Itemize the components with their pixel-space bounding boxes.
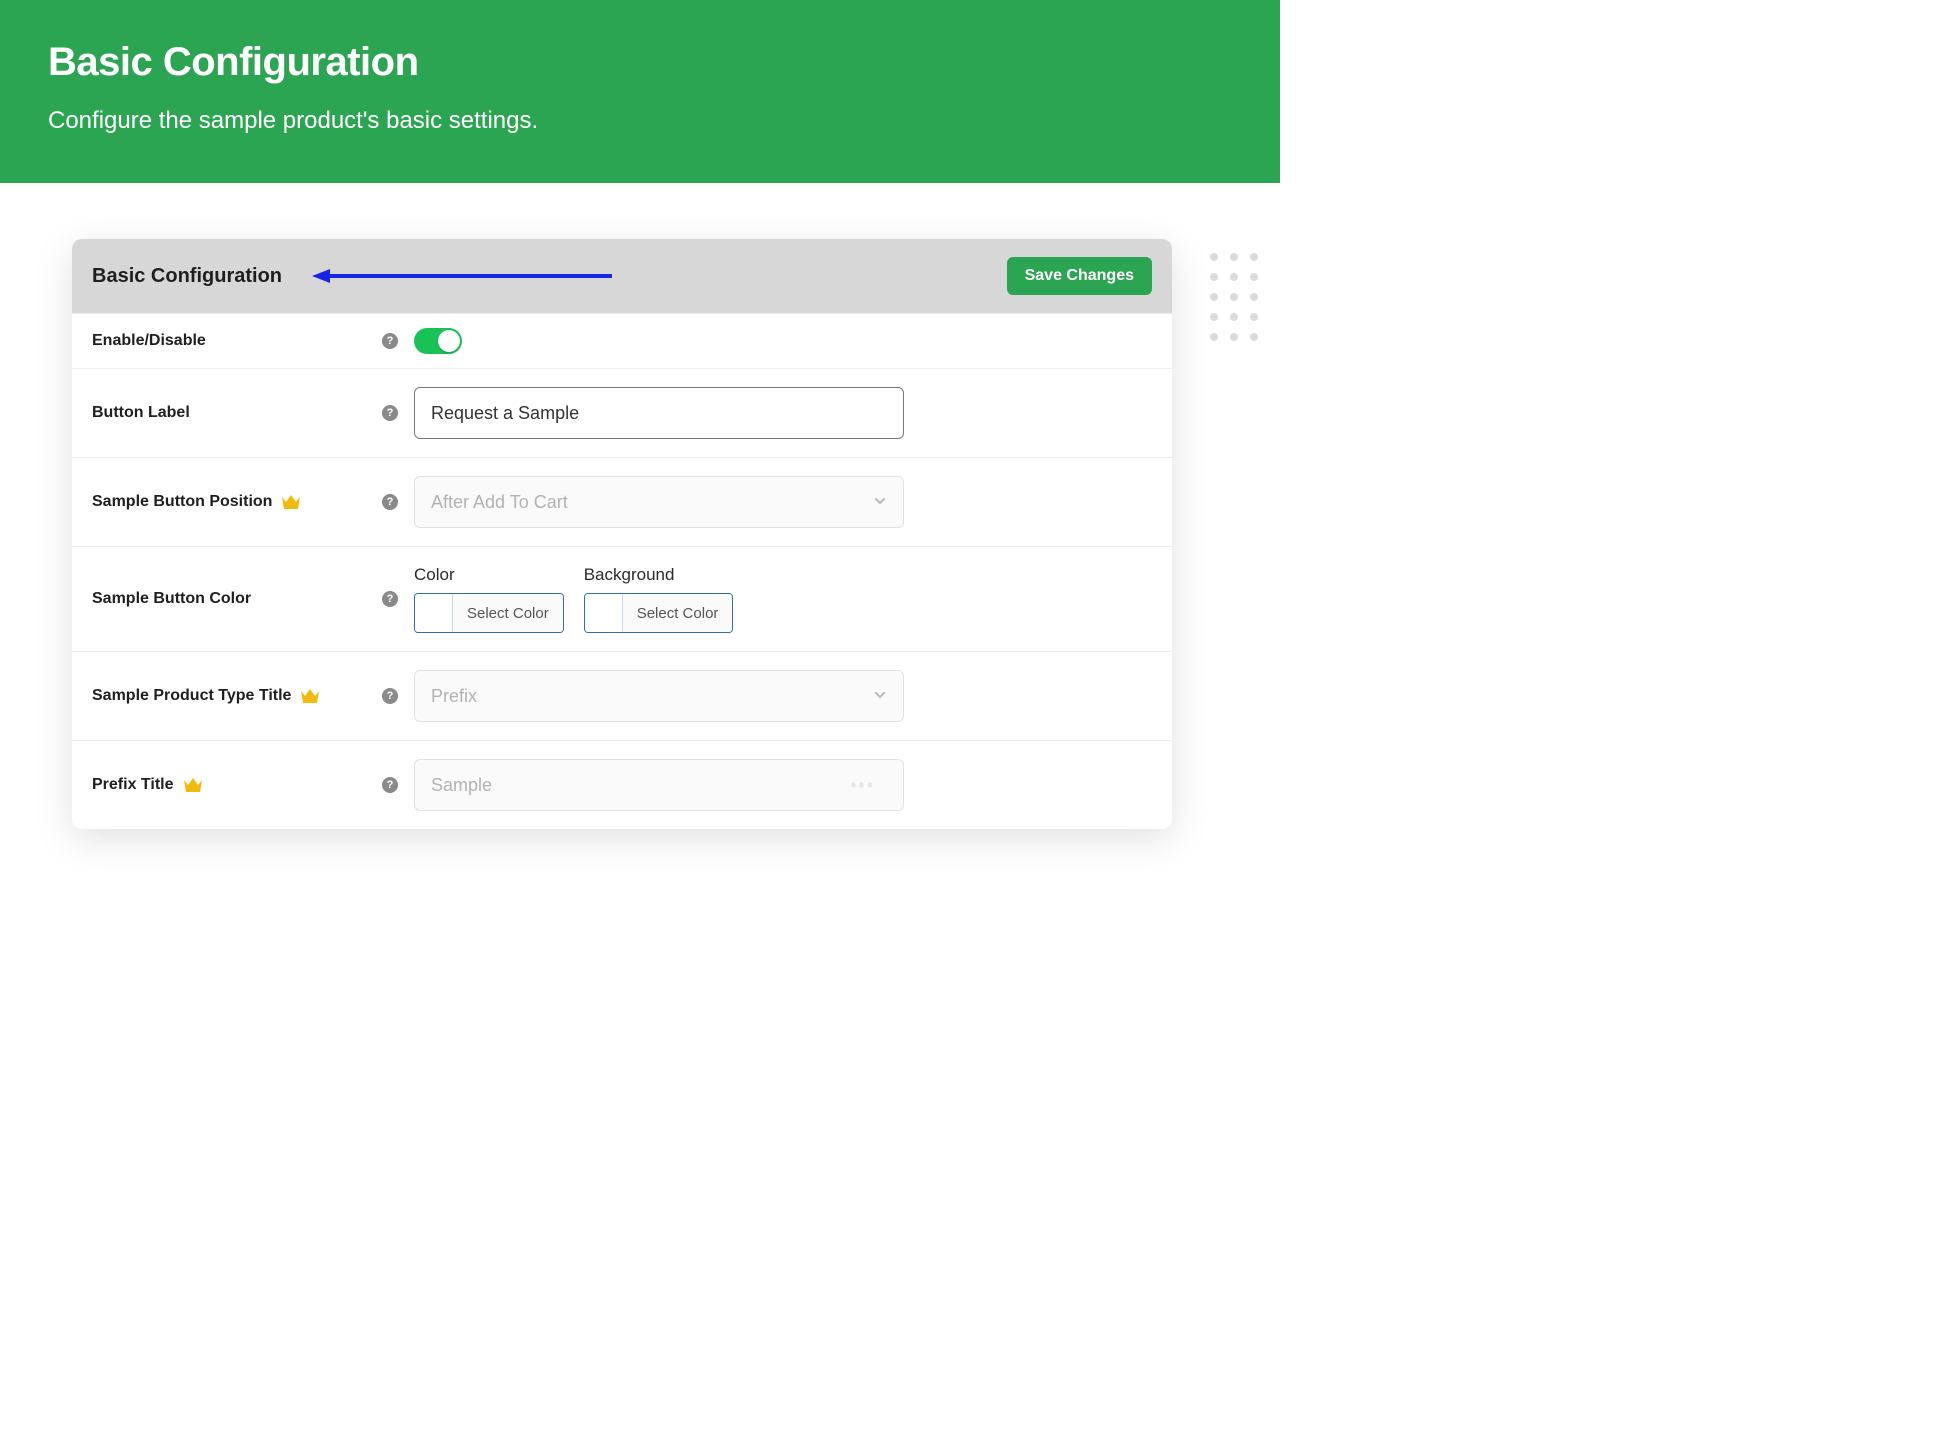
crown-icon [299,687,321,705]
select-color-button[interactable]: Select Color [623,594,733,632]
color-picker-foreground[interactable]: Select Color [414,593,564,633]
color-sublabel: Color [414,565,564,585]
crown-icon [280,493,302,511]
color-field-background: Background Select Color [584,565,734,633]
page-body: Basic Configuration Save Changes Enable/… [0,183,1280,869]
button-label-input[interactable] [414,387,904,439]
color-swatch[interactable] [415,594,453,632]
chevron-down-icon [873,492,887,513]
row-label: Sample Product Type Title [92,687,291,705]
row-prefix-title: Prefix Title ? Sample ••• [72,740,1172,829]
panel-title: Basic Configuration [92,265,282,288]
page-title: Basic Configuration [48,40,1232,85]
row-enable-disable: Enable/Disable ? [72,313,1172,368]
annotation-arrow-icon [312,268,612,284]
ellipsis-icon: ••• [850,775,875,796]
row-sample-button-position: Sample Button Position ? After Add To Ca… [72,457,1172,546]
page-hero: Basic Configuration Configure the sample… [0,0,1280,183]
help-icon[interactable]: ? [382,405,398,421]
row-label: Button Label [92,404,190,422]
row-label: Enable/Disable [92,332,206,350]
input-placeholder: Sample [431,775,492,796]
button-position-select[interactable]: After Add To Cart [414,476,904,528]
row-label: Sample Button Position [92,493,272,511]
page-subtitle: Configure the sample product's basic set… [48,107,1232,135]
settings-panel: Basic Configuration Save Changes Enable/… [72,239,1172,829]
enable-toggle[interactable] [414,328,462,354]
row-label: Prefix Title [92,776,174,794]
color-field-foreground: Color Select Color [414,565,564,633]
help-icon[interactable]: ? [382,777,398,793]
prefix-title-input[interactable]: Sample ••• [414,759,904,811]
help-icon[interactable]: ? [382,688,398,704]
help-icon[interactable]: ? [382,333,398,349]
chevron-down-icon [873,686,887,707]
select-color-button[interactable]: Select Color [453,594,563,632]
help-icon[interactable]: ? [382,494,398,510]
select-placeholder: After Add To Cart [431,492,568,513]
color-sublabel: Background [584,565,734,585]
select-placeholder: Prefix [431,686,477,707]
product-type-title-select[interactable]: Prefix [414,670,904,722]
color-picker-background[interactable]: Select Color [584,593,734,633]
row-sample-product-type-title: Sample Product Type Title ? Prefix [72,651,1172,740]
color-swatch[interactable] [585,594,623,632]
help-icon[interactable]: ? [382,591,398,607]
row-button-label: Button Label ? [72,368,1172,457]
panel-header: Basic Configuration Save Changes [72,239,1172,313]
row-label: Sample Button Color [92,590,251,608]
decorative-dots [1210,253,1260,343]
row-sample-button-color: Sample Button Color ? Color Select Color… [72,546,1172,651]
save-changes-button[interactable]: Save Changes [1007,257,1152,295]
crown-icon [182,776,204,794]
